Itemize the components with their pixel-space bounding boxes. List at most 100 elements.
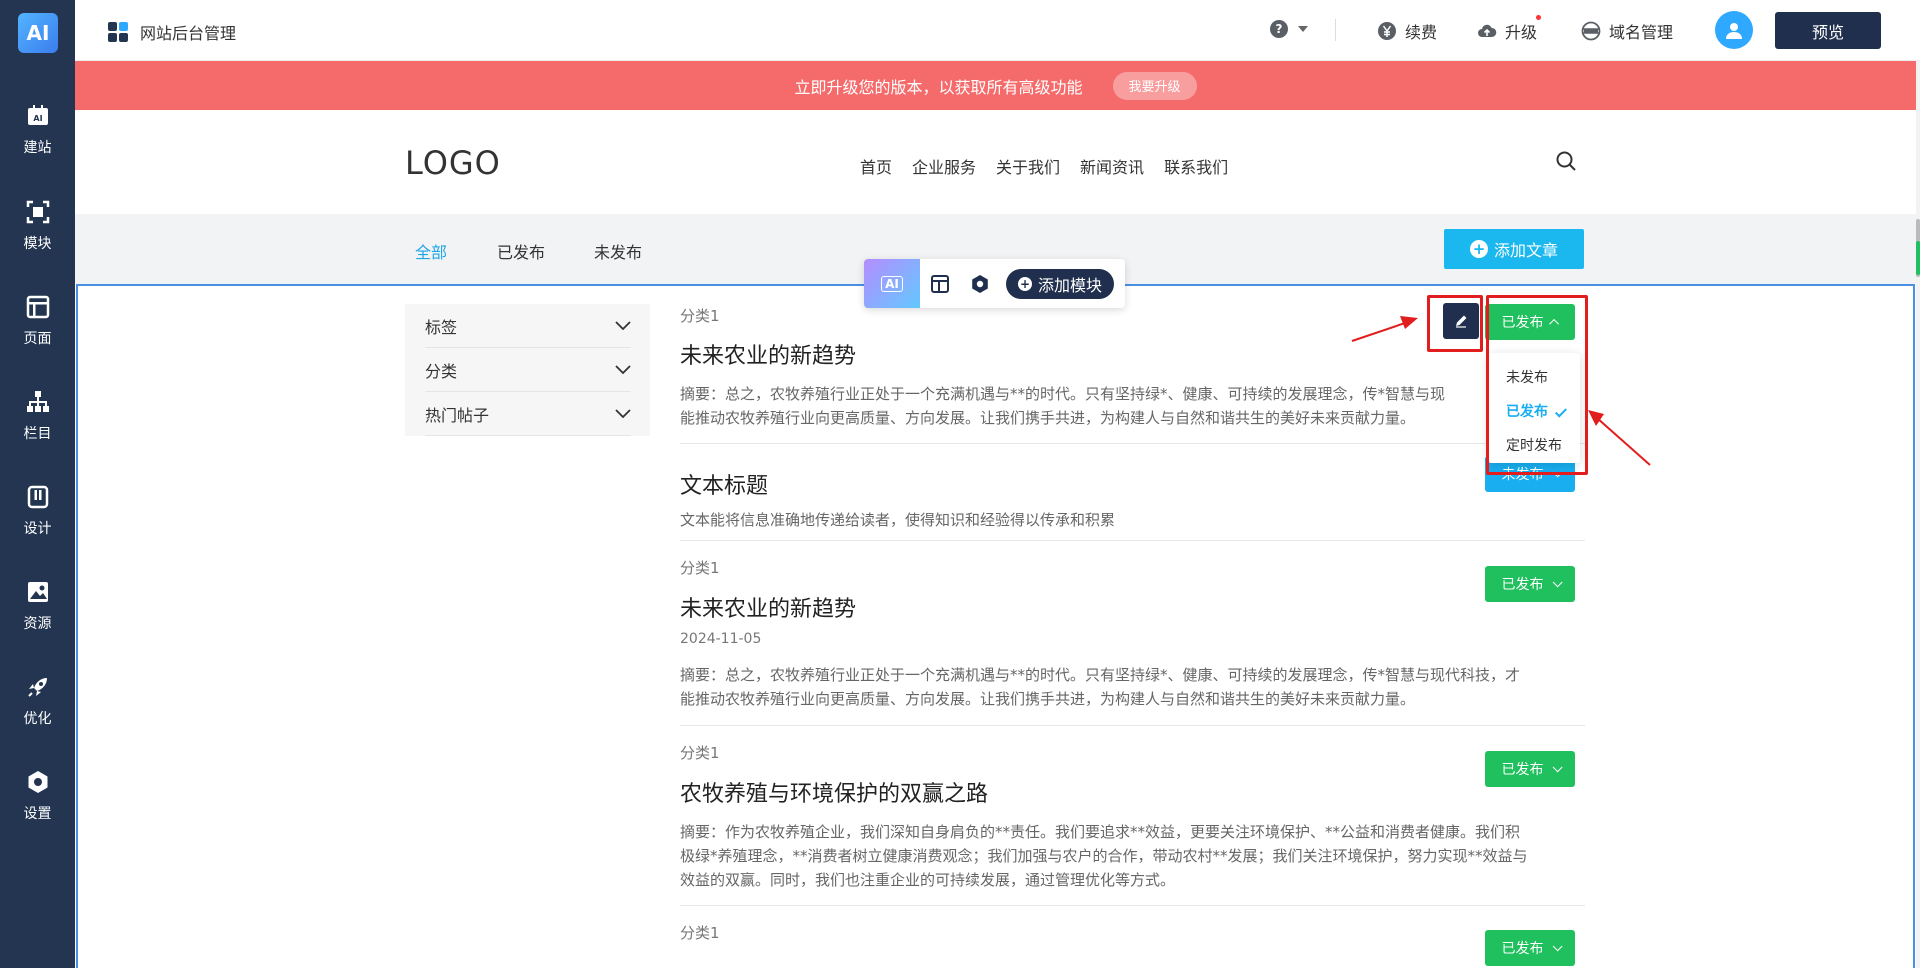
sidebar-item-design[interactable]: 设计 [0, 484, 75, 564]
article-category: 分类1 [680, 924, 720, 942]
sidebar-item-settings[interactable]: 设置 [0, 769, 75, 849]
filter-label: 分类 [425, 361, 458, 381]
chevron-down-icon [615, 408, 631, 418]
module-icon [26, 200, 49, 224]
add-article-button[interactable]: + 添加文章 [1444, 229, 1584, 269]
settings-icon [28, 771, 47, 793]
site-logo[interactable]: LOGO [405, 144, 501, 182]
upgrade-link[interactable]: 升级 [1477, 15, 1542, 43]
domain-link[interactable]: 域名管理 [1581, 19, 1673, 43]
article-title[interactable]: 未来农业的新趋势 [680, 338, 856, 370]
scrollbar-marker [1916, 241, 1920, 275]
cloud-upload-icon [1478, 24, 1497, 37]
domain-label: 域名管理 [1609, 23, 1674, 42]
article-category: 分类1 [680, 307, 720, 325]
avatar[interactable] [1715, 11, 1753, 49]
status-button[interactable]: 已发布 [1485, 751, 1575, 787]
tab-published[interactable]: 已发布 [497, 239, 545, 263]
upgrade-banner: 立即升级您的版本，以获取所有高级功能 我要升级 [75, 61, 1916, 110]
status-button[interactable]: 已发布 [1485, 566, 1575, 602]
tab-unpublished[interactable]: 未发布 [594, 239, 642, 263]
plus-circle-icon: + [1018, 276, 1032, 291]
chevron-down-icon [615, 320, 631, 330]
tab-all[interactable]: 全部 [415, 239, 447, 263]
site-nav-news[interactable]: 新闻资讯 [1080, 154, 1144, 178]
article-summary-line: 效益的双赢。同时，我们也注重企业的可持续发展，通过管理优化等方式。 [680, 871, 1176, 889]
status-label: 已发布 [1501, 577, 1544, 593]
article-category: 分类1 [680, 744, 720, 762]
renew-label: 续费 [1405, 23, 1438, 42]
article-summary-line: 摘要：总之，农牧养殖行业正处于一个充满机遇与**的时代。只有坚持绿*、健康、可持… [680, 385, 1446, 403]
sidebar-item-label: 页面 [23, 331, 52, 347]
image-icon [27, 582, 48, 602]
page-icon [26, 295, 49, 319]
caret-down-icon [1298, 26, 1308, 32]
article-date: 2024-11-05 [680, 631, 762, 647]
filter-label: 热门帖子 [425, 405, 490, 425]
top-bar: 网站后台管理 ? 续费 升级 域名管理 预览 [75, 0, 1920, 61]
banner-text: 立即升级您的版本，以获取所有高级功能 [794, 77, 1083, 97]
ai-build-icon: AI [27, 105, 48, 125]
site-header[interactable]: LOGO 首页 企业服务 关于我们 新闻资讯 联系我们 [75, 110, 1916, 214]
dashboard-icon [108, 22, 128, 42]
yen-icon [1378, 22, 1396, 40]
article-title[interactable]: 文本标题 [680, 468, 768, 500]
article-summary-line: 能推动农牧养殖行业向更高质量、方向发展。让我们携手共进，为构建人与自然和谐共生的… [680, 409, 1416, 427]
search-icon[interactable] [1555, 150, 1577, 172]
upgrade-now-button[interactable]: 我要升级 [1112, 71, 1197, 100]
filter-panel: 标签 分类 热门帖子 [405, 304, 650, 436]
sidebar-item-page[interactable]: 页面 [0, 294, 75, 374]
app-logo[interactable]: AI [18, 13, 58, 53]
chevron-down-icon [1552, 761, 1563, 772]
filter-label: 标签 [425, 317, 458, 337]
sidebar-item-module[interactable]: 模块 [0, 199, 75, 279]
notification-dot [1536, 15, 1542, 20]
article-title[interactable]: 农牧养殖与环境保护的双赢之路 [680, 776, 988, 808]
list-item[interactable]: 分类1 未来农业的新趋势 2024-11-05 摘要：总之，农牧养殖行业正处于一… [680, 541, 1585, 726]
article-summary-line: 极绿*养殖理念，**消费者树立健康消费观念；我们加强与农户的合作，带动农村**发… [680, 847, 1528, 865]
list-item[interactable]: 分类1 农牧养殖与环境保护的双赢之路 摘要：作为农牧养殖企业，我们深知自身肩负的… [680, 726, 1585, 906]
sidebar-item-label: 资源 [23, 616, 52, 632]
sidebar-item-label: 模块 [23, 236, 52, 252]
chevron-down-icon [1552, 940, 1563, 951]
user-icon [1726, 23, 1742, 39]
sitemap-icon [26, 391, 49, 412]
filter-category[interactable]: 分类 [425, 348, 631, 392]
app-title: 网站后台管理 [140, 24, 237, 43]
help-menu[interactable]: ? [1270, 20, 1308, 38]
add-article-label: 添加文章 [1493, 241, 1558, 260]
rocket-icon [27, 678, 47, 697]
sidebar-item-label: 建站 [23, 140, 52, 156]
brand: 网站后台管理 [108, 20, 236, 44]
status-button[interactable]: 已发布 [1485, 930, 1575, 966]
article-title[interactable]: 未来农业的新趋势 [680, 591, 856, 623]
filter-hot-posts[interactable]: 热门帖子 [425, 392, 631, 436]
design-icon [27, 485, 48, 509]
site-nav-about[interactable]: 关于我们 [996, 154, 1060, 178]
article-summary-line: 文本能将信息准确地传递给读者，使得知识和经验得以传承和积累 [680, 511, 1116, 529]
article-category: 分类1 [680, 559, 720, 577]
filter-tags[interactable]: 标签 [425, 304, 631, 348]
article-summary-line: 摘要：总之，农牧养殖行业正处于一个充满机遇与**的时代。只有坚持绿*、健康、可持… [680, 666, 1521, 684]
sidebar: AI AI 建站 模块 页面 栏目 设计 资源 优化 设置 [0, 0, 75, 968]
sidebar-item-optimize[interactable]: 优化 [0, 674, 75, 754]
plus-circle-icon: + [1469, 240, 1488, 258]
list-item[interactable]: 文本标题 文本能将信息准确地传递给读者，使得知识和经验得以传承和积累 [680, 444, 1585, 541]
preview-button[interactable]: 预览 [1775, 12, 1881, 49]
sidebar-item-resource[interactable]: 资源 [0, 579, 75, 659]
list-item[interactable]: 分类1 [680, 906, 1585, 966]
sidebar-item-label: 设计 [23, 521, 52, 537]
sidebar-item-build[interactable]: AI 建站 [0, 103, 75, 183]
renew-link[interactable]: 续费 [1377, 19, 1437, 43]
scrollbar[interactable] [1916, 61, 1920, 968]
sidebar-item-label: 优化 [23, 711, 52, 727]
globe-icon [1581, 21, 1601, 41]
site-nav-home[interactable]: 首页 [860, 154, 892, 178]
chevron-down-icon [1552, 576, 1563, 587]
upgrade-label: 升级 [1505, 23, 1538, 42]
site-nav-services[interactable]: 企业服务 [912, 154, 976, 178]
sidebar-item-column[interactable]: 栏目 [0, 389, 75, 469]
site-nav-contact[interactable]: 联系我们 [1164, 154, 1228, 178]
app-root: AI AI 建站 模块 页面 栏目 设计 资源 优化 设置 网站后台管理 ? 续… [0, 0, 1920, 968]
annotation-box-status [1486, 295, 1588, 475]
